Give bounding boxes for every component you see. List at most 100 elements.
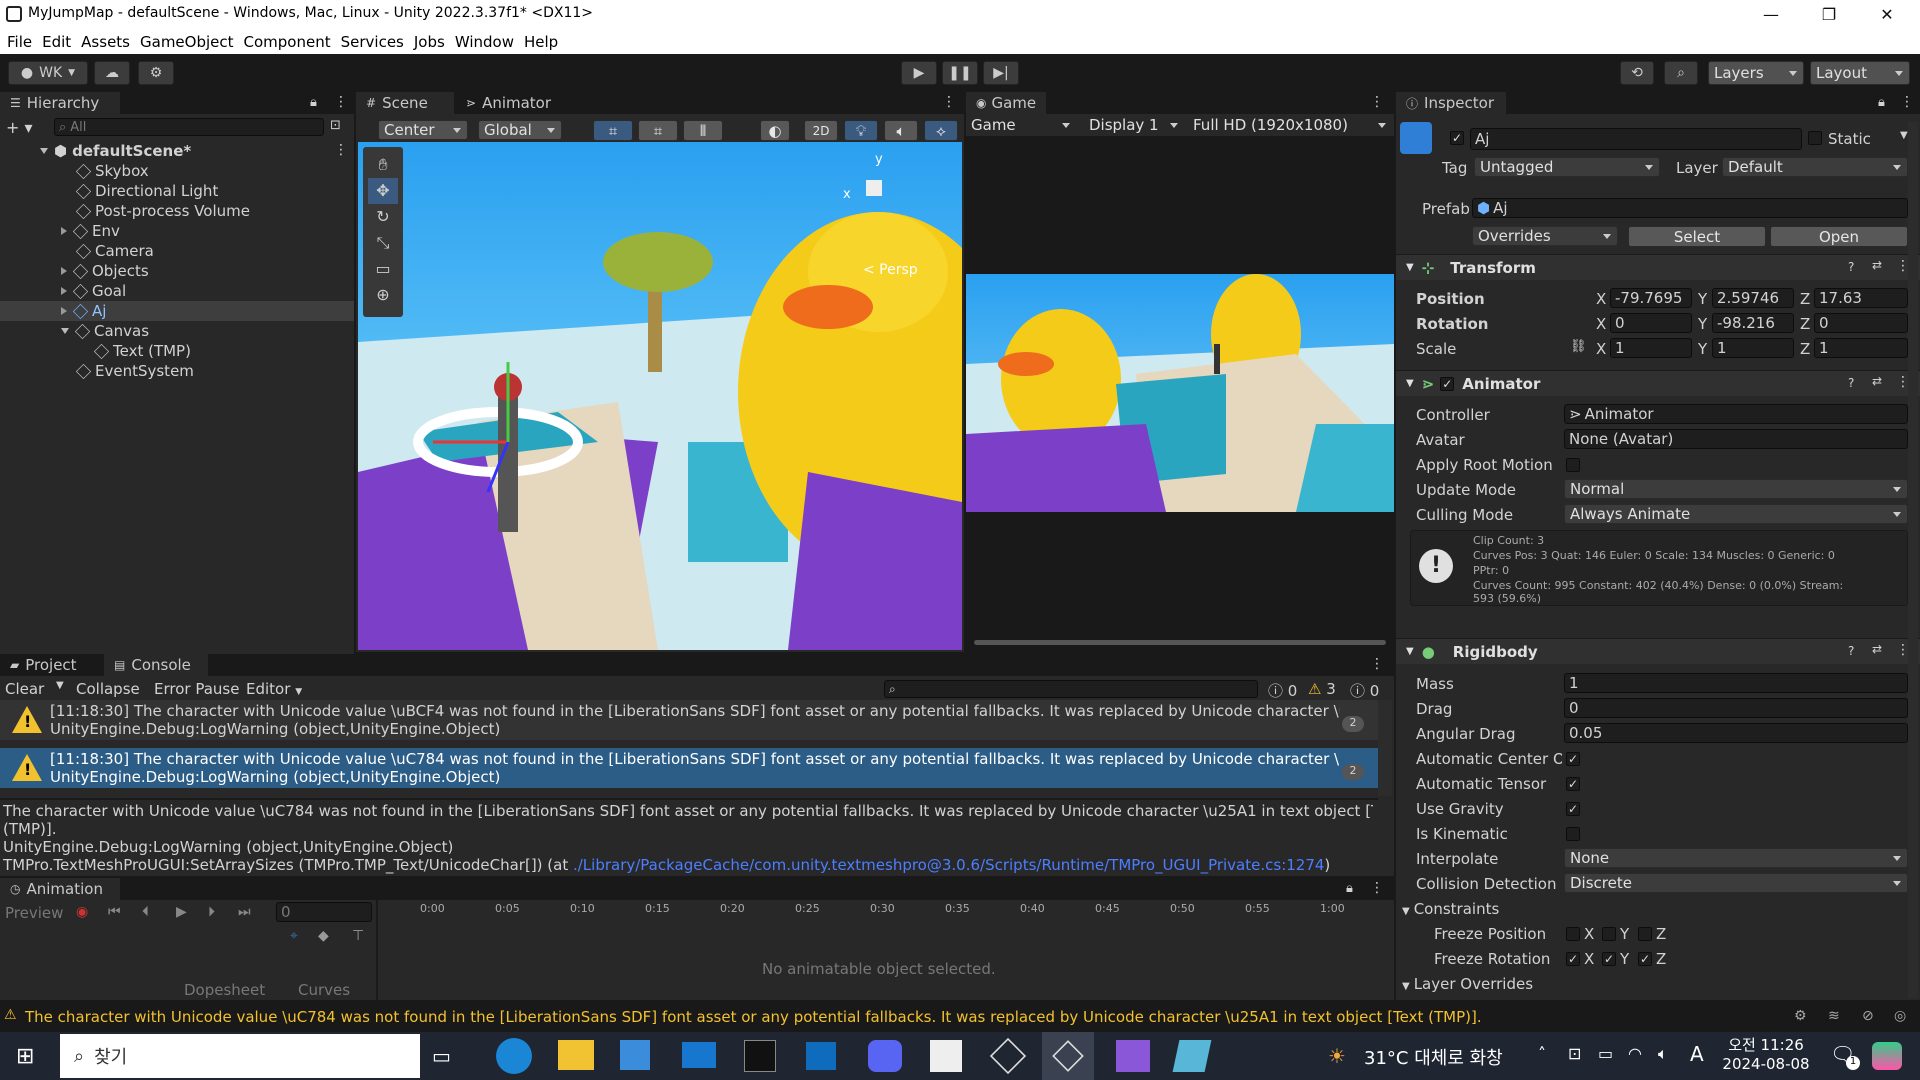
layer-overrides-foldout[interactable]: ▼ Layer Overrides — [1402, 975, 1533, 993]
use-gravity-checkbox[interactable]: ✓ — [1566, 802, 1580, 816]
position-y-field[interactable]: 2.59746 — [1712, 288, 1794, 308]
controller-field[interactable]: ⋗ Animator — [1564, 404, 1908, 424]
presets-icon[interactable]: ⇄ — [1872, 258, 1882, 272]
display-dropdown[interactable]: Display 1 — [1084, 115, 1184, 135]
wix-app-icon[interactable] — [930, 1040, 962, 1072]
scene-root-row[interactable]: ⬢ defaultScene* — [40, 141, 354, 161]
windows-start-icon[interactable]: ⊞ — [16, 1044, 34, 1069]
game-horizontal-scrollbar[interactable] — [974, 640, 1386, 645]
rotation-x-field[interactable]: 0 — [1610, 313, 1692, 333]
game-viewport[interactable] — [966, 274, 1394, 512]
menu-gameobject[interactable]: GameObject — [140, 33, 234, 51]
freeze-rot-y-checkbox[interactable]: ✓ — [1602, 952, 1616, 966]
orientation-gizmo-icon[interactable] — [866, 180, 882, 196]
tray-chevron-icon[interactable]: ˄ — [1538, 1044, 1546, 1063]
menu-jobs[interactable]: Jobs — [414, 33, 445, 51]
cache-icon[interactable]: ⊘ — [1862, 1008, 1874, 1024]
audio-toggle-button[interactable]: 🔈︎ — [884, 120, 918, 141]
clear-options-icon[interactable]: ▼ — [56, 680, 64, 691]
layers-status-icon[interactable]: ≋ — [1828, 1008, 1840, 1024]
store-icon[interactable] — [620, 1040, 650, 1070]
step-button[interactable]: ▶| — [983, 61, 1019, 85]
scale-z-field[interactable]: 1 — [1814, 338, 1908, 358]
collab-settings-button[interactable]: ⚙ — [138, 61, 174, 85]
collision-detection-dropdown[interactable]: Discrete — [1564, 873, 1908, 893]
static-checkbox[interactable] — [1808, 131, 1822, 145]
prefab-open-button[interactable]: Open — [1770, 226, 1908, 247]
clear-button[interactable]: Clear — [5, 680, 44, 698]
culling-mode-dropdown[interactable]: Always Animate — [1564, 504, 1908, 524]
animator-header[interactable]: ▼ ⋗ ✓ Animator — [1396, 370, 1920, 396]
split-divider[interactable] — [0, 798, 1378, 800]
presets-icon[interactable]: ⇄ — [1872, 642, 1882, 656]
hierarchy-item-text-tmp[interactable]: Text (TMP) — [93, 341, 191, 361]
perspective-label[interactable]: < Persp — [863, 262, 918, 278]
mail-icon[interactable] — [682, 1042, 716, 1068]
expand-arrow-icon[interactable] — [61, 307, 67, 315]
battery-icon[interactable]: ▭ — [1598, 1044, 1613, 1063]
inspector-scrollbar[interactable] — [1908, 122, 1918, 998]
scale-y-field[interactable]: 1 — [1712, 338, 1794, 358]
search-button[interactable]: ⌕ — [1664, 61, 1698, 85]
lock-icon[interactable]: 🔒︎ — [1346, 881, 1353, 896]
auto-tensor-checkbox[interactable]: ✓ — [1566, 777, 1580, 791]
pause-button[interactable]: ❚❚ — [942, 61, 978, 85]
menu-file[interactable]: File — [7, 33, 32, 51]
notification-icon[interactable]: ◎ — [1894, 1008, 1906, 1024]
tab-game[interactable]: ◉ Game — [966, 92, 1046, 114]
freeze-rot-z-checkbox[interactable]: ✓ — [1638, 952, 1652, 966]
curves-tab[interactable]: Curves — [298, 981, 350, 999]
unity-hub-icon[interactable] — [989, 1037, 1027, 1075]
avatar-field[interactable]: None (Avatar) — [1564, 429, 1908, 449]
draw-mode-button[interactable]: ◐ — [760, 120, 790, 141]
rigidbody-header[interactable]: ▼ ● Rigidbody — [1396, 638, 1920, 664]
static-dropdown-icon[interactable]: ▼ — [1900, 130, 1908, 141]
rect-tool-icon[interactable]: ▭ — [368, 256, 398, 282]
close-button[interactable]: ✕ — [1858, 0, 1916, 29]
freeze-pos-z-checkbox[interactable] — [1638, 927, 1652, 941]
outlook-icon[interactable] — [806, 1042, 836, 1070]
input-language[interactable]: A — [1690, 1042, 1704, 1066]
tab-project[interactable]: ▰ Project — [0, 654, 100, 676]
x-app-icon[interactable] — [744, 1040, 776, 1072]
tab-console[interactable]: ▤ Console — [104, 654, 208, 676]
is-kinematic-checkbox[interactable] — [1566, 827, 1580, 841]
mass-field[interactable]: 1 — [1564, 673, 1908, 693]
menu-assets[interactable]: Assets — [81, 33, 130, 51]
kebab-menu-icon[interactable]: ⋮ — [1370, 880, 1384, 896]
gizmo-axis-x[interactable]: x — [843, 187, 851, 202]
play-icon[interactable]: ▶ — [176, 904, 187, 920]
hierarchy-item-post-process-volume[interactable]: Post-process Volume — [75, 201, 250, 221]
cloud-button[interactable]: ☁ — [94, 61, 130, 85]
first-keyframe-icon[interactable]: ⏮ — [108, 904, 121, 920]
grid-visibility-button[interactable]: ⌗ — [638, 120, 678, 141]
timeline-ruler[interactable]: 0:00 0:05 0:10 0:15 0:20 0:25 0:30 0:35 … — [420, 902, 1390, 922]
lock-icon[interactable]: 🔒︎ — [310, 95, 317, 110]
menu-edit[interactable]: Edit — [42, 33, 71, 51]
transform-tool-icon[interactable]: ⊕ — [368, 282, 398, 308]
kebab-menu-icon[interactable]: ⋮ — [1370, 656, 1384, 672]
add-object-button[interactable]: + ▾ — [6, 118, 40, 137]
collapse-button[interactable]: Collapse — [76, 680, 140, 698]
status-message[interactable]: The character with Unicode value \uC784 … — [25, 1008, 1482, 1026]
weather-icon[interactable]: ☀ — [1328, 1044, 1346, 1068]
layers-dropdown[interactable]: Layers — [1708, 61, 1804, 85]
hierarchy-item-canvas[interactable]: Canvas — [61, 321, 149, 341]
increment-snap-button[interactable]: ⦀ — [683, 120, 723, 141]
freeze-rot-x-checkbox[interactable]: ✓ — [1566, 952, 1580, 966]
error-pause-button[interactable]: Error Pause — [154, 680, 239, 698]
error-count-toggle[interactable]: ⓘ 0 — [1350, 680, 1379, 701]
debug-icon[interactable]: ⚙ — [1794, 1008, 1807, 1024]
help-icon[interactable]: ? — [1848, 260, 1854, 274]
scene-menu-icon[interactable]: ⋮ — [334, 142, 348, 158]
expand-arrow-icon[interactable] — [61, 328, 69, 334]
layer-dropdown[interactable]: Default — [1722, 157, 1908, 177]
help-icon[interactable]: ? — [1848, 376, 1854, 390]
record-icon[interactable]: ◉ — [76, 904, 88, 920]
rotation-z-field[interactable]: 0 — [1814, 313, 1908, 333]
hand-tool-icon[interactable]: ✋︎ — [368, 152, 398, 178]
link-icon[interactable]: ⛓︎ — [1570, 339, 1587, 354]
hierarchy-item-skybox[interactable]: Skybox — [75, 161, 149, 181]
help-icon[interactable]: ? — [1848, 644, 1854, 658]
effects-toggle-button[interactable]: ⟡ — [924, 120, 958, 141]
